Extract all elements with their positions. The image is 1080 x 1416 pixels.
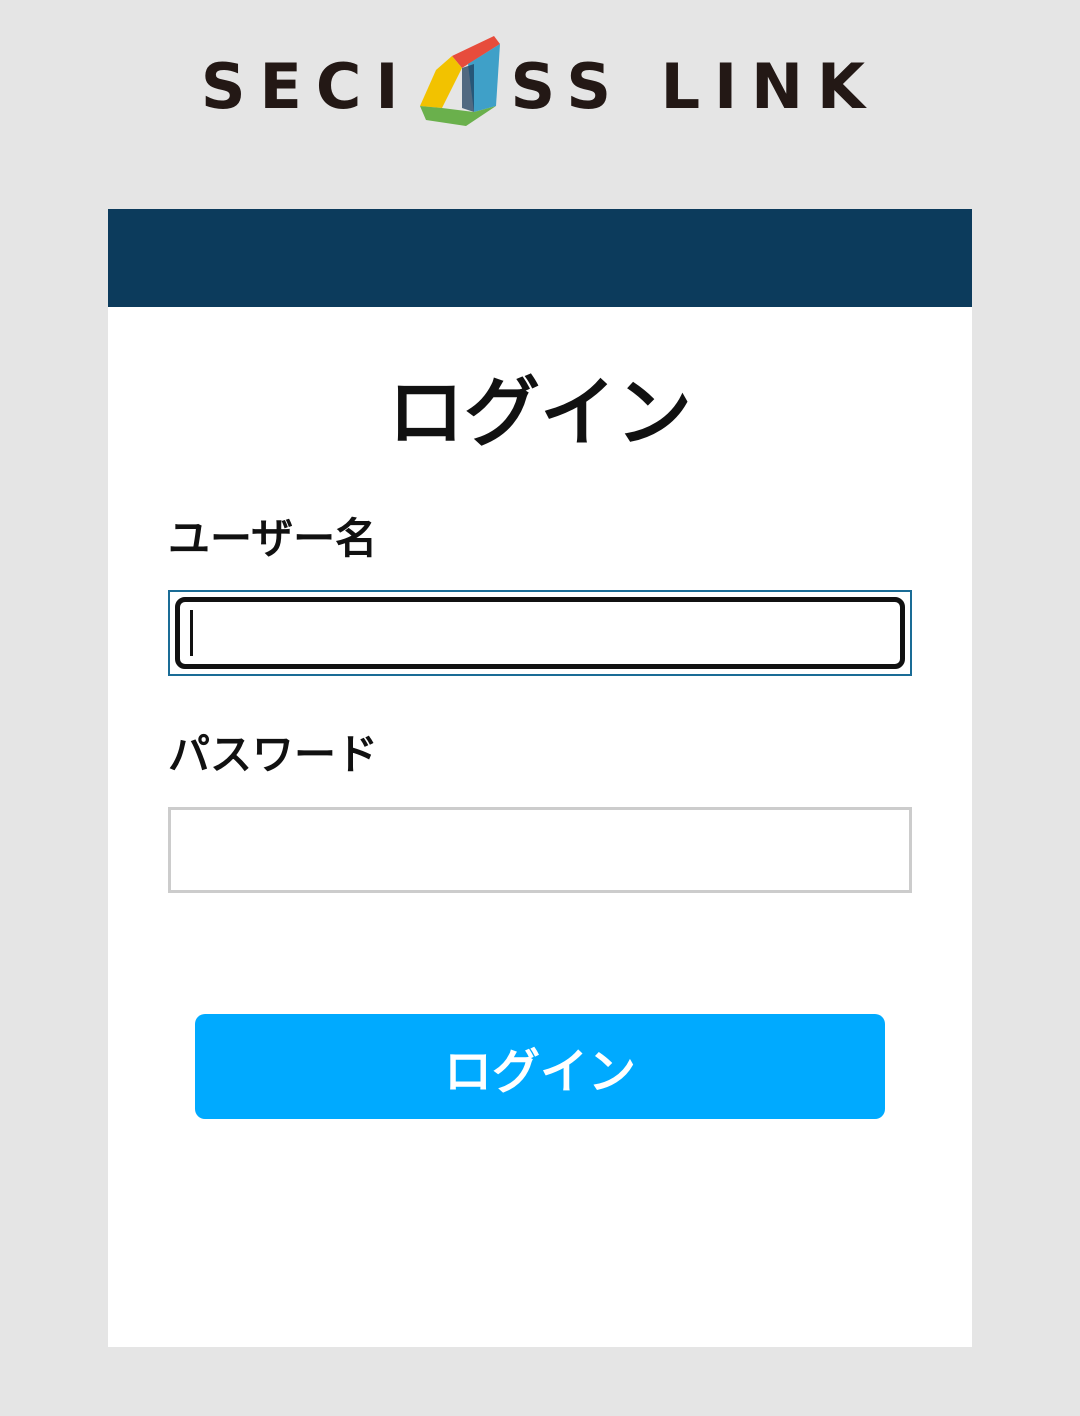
password-label: パスワード [168,730,379,779]
login-page: SECI SS LINK ログイン ユーザー名 パスワード ログイン [0,0,1080,1416]
secioss-mark-icon [420,36,501,126]
page-title: ログイン [388,368,692,457]
logo-wordmark: SECI SS LINK [200,36,880,134]
login-button[interactable]: ログイン [195,1014,885,1119]
password-field-wrapper [168,807,912,893]
username-input[interactable] [198,608,890,658]
card-header-bar [108,209,972,307]
username-field-wrapper [168,590,912,676]
username-field-frame [175,597,905,669]
text-caret [190,610,193,656]
login-card: ログイン ユーザー名 パスワード ログイン [108,209,972,1347]
logo-text-left: SECI [200,49,413,123]
password-input[interactable] [189,816,899,884]
logo-text-right: SS LINK [510,49,880,123]
username-label: ユーザー名 [168,514,378,563]
logo: SECI SS LINK [0,36,1080,134]
